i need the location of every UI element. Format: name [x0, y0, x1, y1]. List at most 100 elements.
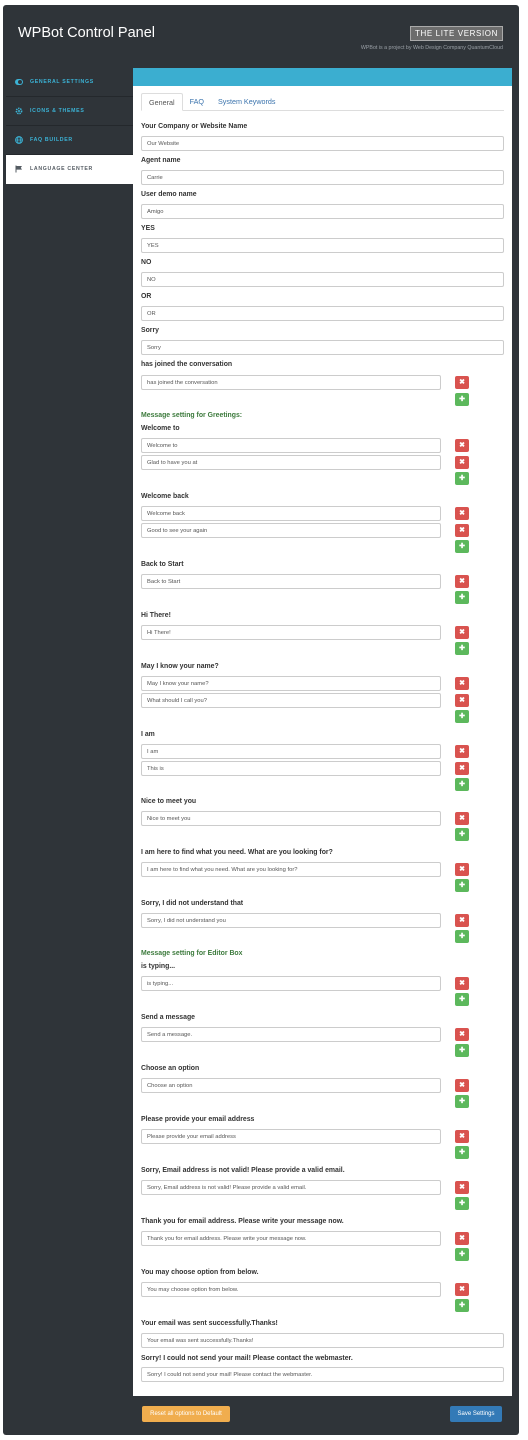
add-button[interactable]: ✚ [455, 778, 469, 791]
sidebar-item-faq-builder[interactable]: FAQ BUILDER [6, 126, 133, 155]
remove-button[interactable]: ✖ [455, 677, 469, 690]
yes-input[interactable] [141, 238, 504, 253]
remove-button[interactable]: ✖ [455, 1079, 469, 1092]
save-settings-button[interactable]: Save Settings [450, 1406, 502, 1422]
joined-conversation-input[interactable] [141, 375, 441, 390]
back-to-start-input[interactable] [141, 574, 441, 589]
reset-defaults-button[interactable]: Reset all options to Default [142, 1406, 230, 1422]
add-button[interactable]: ✚ [455, 642, 469, 655]
welcome-back-input[interactable] [141, 506, 441, 521]
toggle-icon [15, 78, 23, 86]
know-name-input[interactable] [141, 693, 441, 708]
welcome-to-input[interactable] [141, 438, 441, 453]
typing-input[interactable] [141, 976, 441, 991]
remove-button[interactable]: ✖ [455, 863, 469, 876]
find-what-you-need-label: I am here to find what you need. What ar… [141, 849, 333, 856]
add-button[interactable]: ✚ [455, 472, 469, 485]
remove-button[interactable]: ✖ [455, 456, 469, 469]
yes-label: YES [141, 225, 155, 232]
mail-failed-label: Sorry! I could not send your mail! Pleas… [141, 1355, 353, 1362]
remove-button[interactable]: ✖ [455, 914, 469, 927]
add-button[interactable]: ✚ [455, 1146, 469, 1159]
know-name-input[interactable] [141, 676, 441, 691]
globe-icon [15, 136, 23, 144]
remove-button[interactable]: ✖ [455, 1283, 469, 1296]
not-understand-input[interactable] [141, 913, 441, 928]
email-address-label: Please provide your email address [141, 1116, 255, 1123]
welcome-to-label: Welcome to [141, 425, 180, 432]
thank-you-email-label: Thank you for email address. Please writ… [141, 1218, 344, 1225]
tab-general[interactable]: General [141, 93, 183, 111]
sidebar-item-language-center[interactable]: LANGUAGE CENTER [6, 155, 133, 184]
welcome-back-input[interactable] [141, 523, 441, 538]
remove-button[interactable]: ✖ [455, 1028, 469, 1041]
remove-button[interactable]: ✖ [455, 1181, 469, 1194]
email-sent-input[interactable] [141, 1333, 504, 1348]
remove-button[interactable]: ✖ [455, 524, 469, 537]
settings-content: General FAQ System Keywords Your Company… [133, 68, 512, 1396]
add-button[interactable]: ✚ [455, 393, 469, 406]
greetings-section-heading: Message setting for Greetings: [141, 412, 243, 419]
remove-button[interactable]: ✖ [455, 762, 469, 775]
nice-to-meet-label: Nice to meet you [141, 798, 197, 805]
add-button[interactable]: ✚ [455, 591, 469, 604]
hi-there-input[interactable] [141, 625, 441, 640]
remove-button[interactable]: ✖ [455, 1130, 469, 1143]
send-message-label: Send a message [141, 1014, 196, 1021]
send-message-input[interactable] [141, 1027, 441, 1042]
sidebar-item-label: LANGUAGE CENTER [30, 166, 93, 172]
add-button[interactable]: ✚ [455, 540, 469, 553]
remove-button[interactable]: ✖ [455, 812, 469, 825]
may-choose-option-label: You may choose option from below. [141, 1269, 259, 1276]
invalid-email-input[interactable] [141, 1180, 441, 1195]
or-input[interactable] [141, 306, 504, 321]
may-choose-option-input[interactable] [141, 1282, 441, 1297]
thank-you-email-input[interactable] [141, 1231, 441, 1246]
user-demo-name-input[interactable] [141, 204, 504, 219]
sidebar-item-general-settings[interactable]: GENERAL SETTINGS [6, 68, 133, 97]
tab-system-keywords[interactable]: System Keywords [211, 93, 283, 110]
add-button[interactable]: ✚ [455, 710, 469, 723]
agent-name-label: Agent name [141, 157, 181, 164]
app-subtitle: WPBot is a project by Web Design Company… [360, 45, 503, 51]
add-button[interactable]: ✚ [455, 1248, 469, 1261]
add-button[interactable]: ✚ [455, 1299, 469, 1312]
sorry-input[interactable] [141, 340, 504, 355]
email-address-input[interactable] [141, 1129, 441, 1144]
back-to-start-label: Back to Start [141, 561, 184, 568]
nice-to-meet-input[interactable] [141, 811, 441, 826]
remove-button[interactable]: ✖ [455, 626, 469, 639]
tab-bar: General FAQ System Keywords [141, 93, 504, 111]
i-am-input[interactable] [141, 761, 441, 776]
remove-button[interactable]: ✖ [455, 439, 469, 452]
add-button[interactable]: ✚ [455, 1095, 469, 1108]
remove-button[interactable]: ✖ [455, 977, 469, 990]
tab-faq[interactable]: FAQ [183, 93, 211, 110]
remove-button[interactable]: ✖ [455, 694, 469, 707]
find-what-you-need-input[interactable] [141, 862, 441, 877]
add-button[interactable]: ✚ [455, 1044, 469, 1057]
i-am-label: I am [141, 731, 155, 738]
remove-button[interactable]: ✖ [455, 745, 469, 758]
company-name-input[interactable] [141, 136, 504, 151]
company-name-label: Your Company or Website Name [141, 123, 248, 130]
remove-button[interactable]: ✖ [455, 376, 469, 389]
add-button[interactable]: ✚ [455, 828, 469, 841]
agent-name-input[interactable] [141, 170, 504, 185]
add-button[interactable]: ✚ [455, 1197, 469, 1210]
sidebar-item-icons-themes[interactable]: ICONS & THEMES [6, 97, 133, 126]
no-input[interactable] [141, 272, 504, 287]
sidebar-item-label: ICONS & THEMES [30, 108, 85, 114]
sidebar-item-label: GENERAL SETTINGS [30, 79, 94, 85]
add-button[interactable]: ✚ [455, 879, 469, 892]
remove-button[interactable]: ✖ [455, 1232, 469, 1245]
add-button[interactable]: ✚ [455, 930, 469, 943]
joined-conversation-label: has joined the conversation [141, 361, 233, 368]
remove-button[interactable]: ✖ [455, 507, 469, 520]
i-am-input[interactable] [141, 744, 441, 759]
remove-button[interactable]: ✖ [455, 575, 469, 588]
mail-failed-input[interactable] [141, 1367, 504, 1382]
add-button[interactable]: ✚ [455, 993, 469, 1006]
choose-option-input[interactable] [141, 1078, 441, 1093]
welcome-to-input[interactable] [141, 455, 441, 470]
